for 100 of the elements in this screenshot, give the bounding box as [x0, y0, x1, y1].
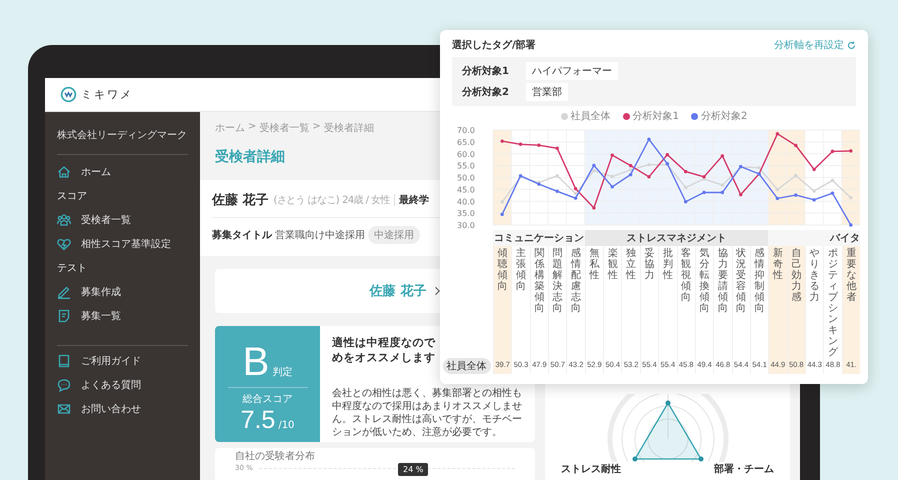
candidate-name: 佐藤 花子 — [212, 192, 269, 209]
category-label: 自己効力感 — [791, 248, 802, 305]
y-tick-label: 70.0 — [457, 126, 475, 135]
home-icon — [57, 165, 71, 179]
verdict-heading: 適性は中程度なので めをオススメします — [332, 335, 436, 365]
category-label: 主張傾向 — [516, 248, 526, 294]
book-icon — [57, 354, 71, 368]
data-point — [812, 189, 816, 193]
y-tick-label: 40.0 — [457, 197, 475, 206]
data-point — [720, 154, 724, 158]
banner-name: 佐藤 花子 — [370, 283, 426, 300]
breadcrumb-separator: > — [248, 121, 256, 134]
data-point — [739, 192, 742, 196]
data-point — [830, 191, 834, 195]
category-label: 気分転換傾向 — [700, 248, 710, 316]
data-point — [757, 166, 761, 170]
people-icon — [57, 213, 71, 227]
sidebar-link[interactable]: 募集一覧 — [81, 309, 121, 323]
row-label: 社員全体 — [442, 358, 490, 374]
sidebar-link[interactable]: お問い合わせ — [81, 402, 141, 416]
recruitment-title: 営業職向け中途採用 — [275, 228, 365, 242]
radar-axis-label: 部署・チーム — [714, 462, 774, 476]
data-point — [610, 185, 614, 188]
recruitment-label: 募集タイトル — [212, 228, 272, 242]
category-label: やりきる力 — [810, 248, 820, 305]
data-point — [500, 212, 504, 216]
data-point — [500, 200, 504, 204]
group-header: バイタ — [768, 230, 860, 246]
education-label: 最終学 — [398, 194, 429, 207]
nav-section-label: スコア — [57, 190, 88, 203]
category-label: 協力要請傾向 — [718, 248, 728, 316]
data-point — [684, 170, 688, 174]
category-label: 新奇性 — [772, 248, 783, 283]
data-point — [830, 178, 834, 182]
y-tick-label: 65.0 — [457, 138, 475, 147]
group-header: ストレスマネジメント — [584, 230, 768, 246]
total-score: 7.5 — [240, 406, 276, 434]
sidebar-link[interactable]: 相性スコア基準設定 — [81, 237, 171, 251]
page-title: 受検者詳細 — [215, 148, 285, 166]
data-point — [720, 190, 724, 194]
category-label: 無私性 — [589, 248, 600, 283]
envelope-icon — [57, 402, 71, 416]
pencil-icon — [57, 285, 71, 299]
data-point — [666, 153, 670, 156]
category-label: 批判性 — [662, 248, 673, 283]
data-point — [556, 146, 559, 150]
data-point — [812, 198, 816, 202]
grade-suffix: 判定 — [272, 366, 292, 379]
data-point — [849, 223, 853, 227]
category-label: 客観視傾向 — [681, 248, 692, 305]
score-max: /10 — [278, 420, 294, 431]
category-label: 感情配慮志向 — [571, 248, 582, 316]
distribution-title: 自社の受験者分布 — [235, 451, 316, 463]
category-label: 独立性 — [626, 248, 636, 283]
refresh-icon — [847, 40, 856, 50]
data-point — [518, 142, 522, 146]
data-point — [610, 153, 614, 157]
chat-bubble-icon — [57, 378, 71, 392]
sidebar-link[interactable]: 受検者一覧 — [81, 213, 131, 227]
category-label: 楽観性 — [608, 248, 618, 283]
data-point — [666, 162, 670, 166]
sidebar-link[interactable]: ホーム — [81, 165, 111, 179]
data-point — [812, 168, 816, 172]
sidebar-link[interactable]: ご利用ガイド — [81, 354, 141, 368]
data-point — [684, 200, 688, 204]
data-point — [500, 139, 504, 143]
data-point — [556, 190, 559, 193]
category-label: 問題解決志向 — [552, 248, 563, 316]
y-tick-label: 50.0 — [457, 174, 475, 182]
data-point — [647, 162, 651, 166]
legend-label: 分析対象1 — [632, 110, 679, 123]
logo-text: ミキワメ — [81, 87, 133, 102]
legend-label: 社員全体 — [570, 110, 611, 123]
y-tick-label: 45.0 — [457, 185, 475, 194]
group-header: コミュニケーション — [493, 230, 585, 246]
chevron-right-icon — [434, 286, 440, 296]
data-point — [647, 138, 651, 141]
target-label: 分析対象1 — [462, 64, 510, 78]
category-label: 関係構築傾向 — [534, 248, 544, 316]
sidebar-link[interactable]: 募集作成 — [81, 285, 121, 299]
category-label: 感情抑制傾向 — [754, 248, 765, 316]
target-chip: ハイパフォーマー — [526, 62, 618, 80]
target-chip: 営業部 — [526, 83, 568, 101]
data-point — [537, 144, 541, 147]
category-label: ポジティブシンキング — [828, 248, 838, 358]
data-point — [720, 183, 724, 187]
y-tick-label: 35.0 — [457, 209, 475, 218]
age-gender: 24歳 / 女性 — [342, 194, 390, 207]
value-tooltip: 24 % — [398, 463, 428, 476]
data-point — [684, 186, 688, 190]
category-label: 傾聴傾向 — [498, 248, 508, 294]
y-tick-label: 60.0 — [457, 150, 475, 159]
company-name: 株式会社リーディングマーク — [57, 128, 188, 142]
sidebar-link[interactable]: よくある質問 — [81, 378, 141, 392]
y-tick-label: 55.0 — [457, 162, 475, 171]
radar-axis-label: ストレス耐性 — [561, 462, 621, 476]
data-point — [830, 150, 834, 154]
panel-title: 選択したタグ/部署 — [452, 38, 536, 52]
data-point — [776, 196, 780, 200]
data-point — [592, 206, 596, 210]
